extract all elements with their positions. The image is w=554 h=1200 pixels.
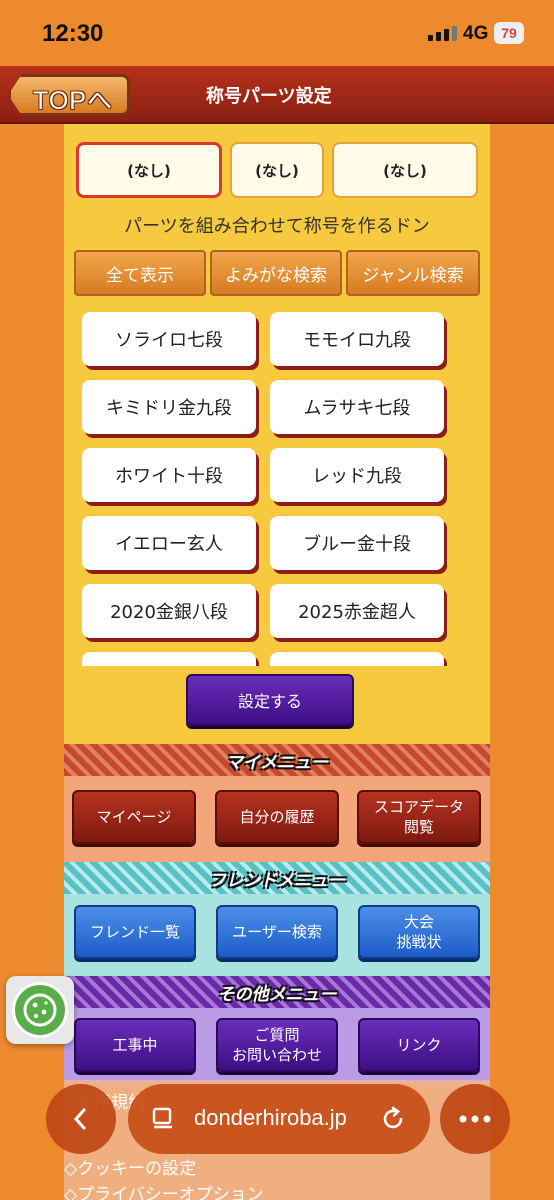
part-item[interactable]: イエロー玄人 <box>82 516 256 570</box>
more-icon <box>459 1115 491 1123</box>
page-title: 称号パーツ設定 <box>206 86 332 107</box>
friend-menu-title: フレンドメニュー <box>209 870 345 891</box>
score-data-label: スコアデータ <box>373 798 464 816</box>
score-data-label-2: 閲覧 <box>403 818 434 836</box>
status-time: 12:30 <box>42 20 104 47</box>
other-menu-header: その他メニュー <box>64 976 490 1008</box>
more-button[interactable] <box>440 1084 510 1154</box>
part-item[interactable]: ムラサキ七段 <box>270 380 444 434</box>
cookie-button[interactable] <box>6 976 74 1044</box>
status-bar: 12:30 4G 79 <box>0 0 554 66</box>
my-menu-title: マイメニュー <box>226 752 328 773</box>
top-button-label: TOPへ <box>33 87 113 115</box>
my-page-label: マイページ <box>96 808 172 826</box>
my-page-button[interactable]: マイページ <box>72 790 196 844</box>
genre-search-button[interactable]: ジャンル検索 <box>346 250 480 296</box>
tournament-challenge-button[interactable]: 大会 挑戦状 <box>358 905 480 959</box>
back-button[interactable] <box>46 1084 116 1154</box>
faq-contact-button[interactable]: ご質問 お問い合わせ <box>216 1018 338 1072</box>
my-history-label: 自分の履歴 <box>239 808 315 826</box>
cookie-icon <box>12 982 68 1038</box>
my-menu-section: マイページ 自分の履歴 スコアデータ 閲覧 <box>64 776 490 862</box>
hint-text: パーツを組み合わせて称号を作るドン <box>124 216 430 237</box>
top-button[interactable]: TOPへ <box>8 74 130 116</box>
part-item[interactable]: 2025赤金超人 <box>270 584 444 638</box>
chevron-left-icon <box>73 1108 86 1130</box>
parts-list[interactable]: ソライロ七段 モモイロ九段 キミドリ金九段 ムラサキ七段 ホワイト十段 レッド九… <box>80 310 476 666</box>
reload-icon[interactable] <box>380 1106 406 1132</box>
show-all-button[interactable]: 全て表示 <box>74 250 206 296</box>
part-item[interactable]: レッド九段 <box>270 448 444 502</box>
part-item[interactable]: ホワイト十段 <box>82 448 256 502</box>
links-button[interactable]: リンク <box>358 1018 480 1072</box>
tournament-label: 大会 <box>403 913 434 931</box>
title-parts-panel: (なし) (なし) (なし) パーツを組み合わせて称号を作るドン 全て表示 よみ… <box>64 124 490 744</box>
friend-list-label: フレンド一覧 <box>89 923 180 941</box>
part-item[interactable]: ソライロ七段 <box>82 312 256 366</box>
score-data-button[interactable]: スコアデータ 閲覧 <box>357 790 481 844</box>
part-slot-1[interactable]: (なし) <box>76 142 222 198</box>
battery-icon: 79 <box>494 22 524 44</box>
contact-label: お問い合わせ <box>231 1046 322 1064</box>
part-item-partial[interactable] <box>270 652 444 666</box>
signal-icon <box>428 26 457 41</box>
part-item[interactable]: キミドリ金九段 <box>82 380 256 434</box>
privacy-options-link[interactable]: ◇プライバシーオプション <box>64 1180 264 1200</box>
links-label: リンク <box>396 1036 442 1054</box>
reading-search-button[interactable]: よみがな検索 <box>210 250 342 296</box>
part-item[interactable]: ブルー金十段 <box>270 516 444 570</box>
part-item-partial[interactable] <box>82 652 256 666</box>
under-construction-button[interactable]: 工事中 <box>74 1018 196 1072</box>
under-construction-label: 工事中 <box>112 1036 158 1054</box>
part-item[interactable]: 2020金銀八段 <box>82 584 256 638</box>
faq-label: ご質問 <box>254 1026 300 1044</box>
browser-toolbar: donderhiroba.jp <box>0 1084 554 1164</box>
page-header: TOPへ 称号パーツ設定 <box>0 66 554 124</box>
challenge-label: 挑戦状 <box>396 933 442 951</box>
set-button[interactable]: 設定する <box>186 674 354 726</box>
user-search-button[interactable]: ユーザー検索 <box>216 905 338 959</box>
other-menu-title: その他メニュー <box>217 984 337 1005</box>
user-search-label: ユーザー検索 <box>232 923 322 941</box>
network-type: 4G <box>463 23 489 44</box>
part-item[interactable]: モモイロ九段 <box>270 312 444 366</box>
friend-list-button[interactable]: フレンド一覧 <box>74 905 196 959</box>
part-slot-2[interactable]: (なし) <box>230 142 324 198</box>
friend-menu-section: フレンド一覧 ユーザー検索 大会 挑戦状 <box>64 894 490 976</box>
url-bar[interactable]: donderhiroba.jp <box>128 1084 430 1154</box>
my-menu-header: マイメニュー <box>64 744 490 776</box>
my-history-button[interactable]: 自分の履歴 <box>215 790 339 844</box>
part-slot-3[interactable]: (なし) <box>332 142 478 198</box>
other-menu-section: 工事中 ご質問 お問い合わせ リンク <box>64 1008 490 1084</box>
tabs-icon <box>152 1107 172 1129</box>
friend-menu-header: フレンドメニュー <box>64 862 490 894</box>
url-text: donderhiroba.jp <box>194 1105 347 1130</box>
